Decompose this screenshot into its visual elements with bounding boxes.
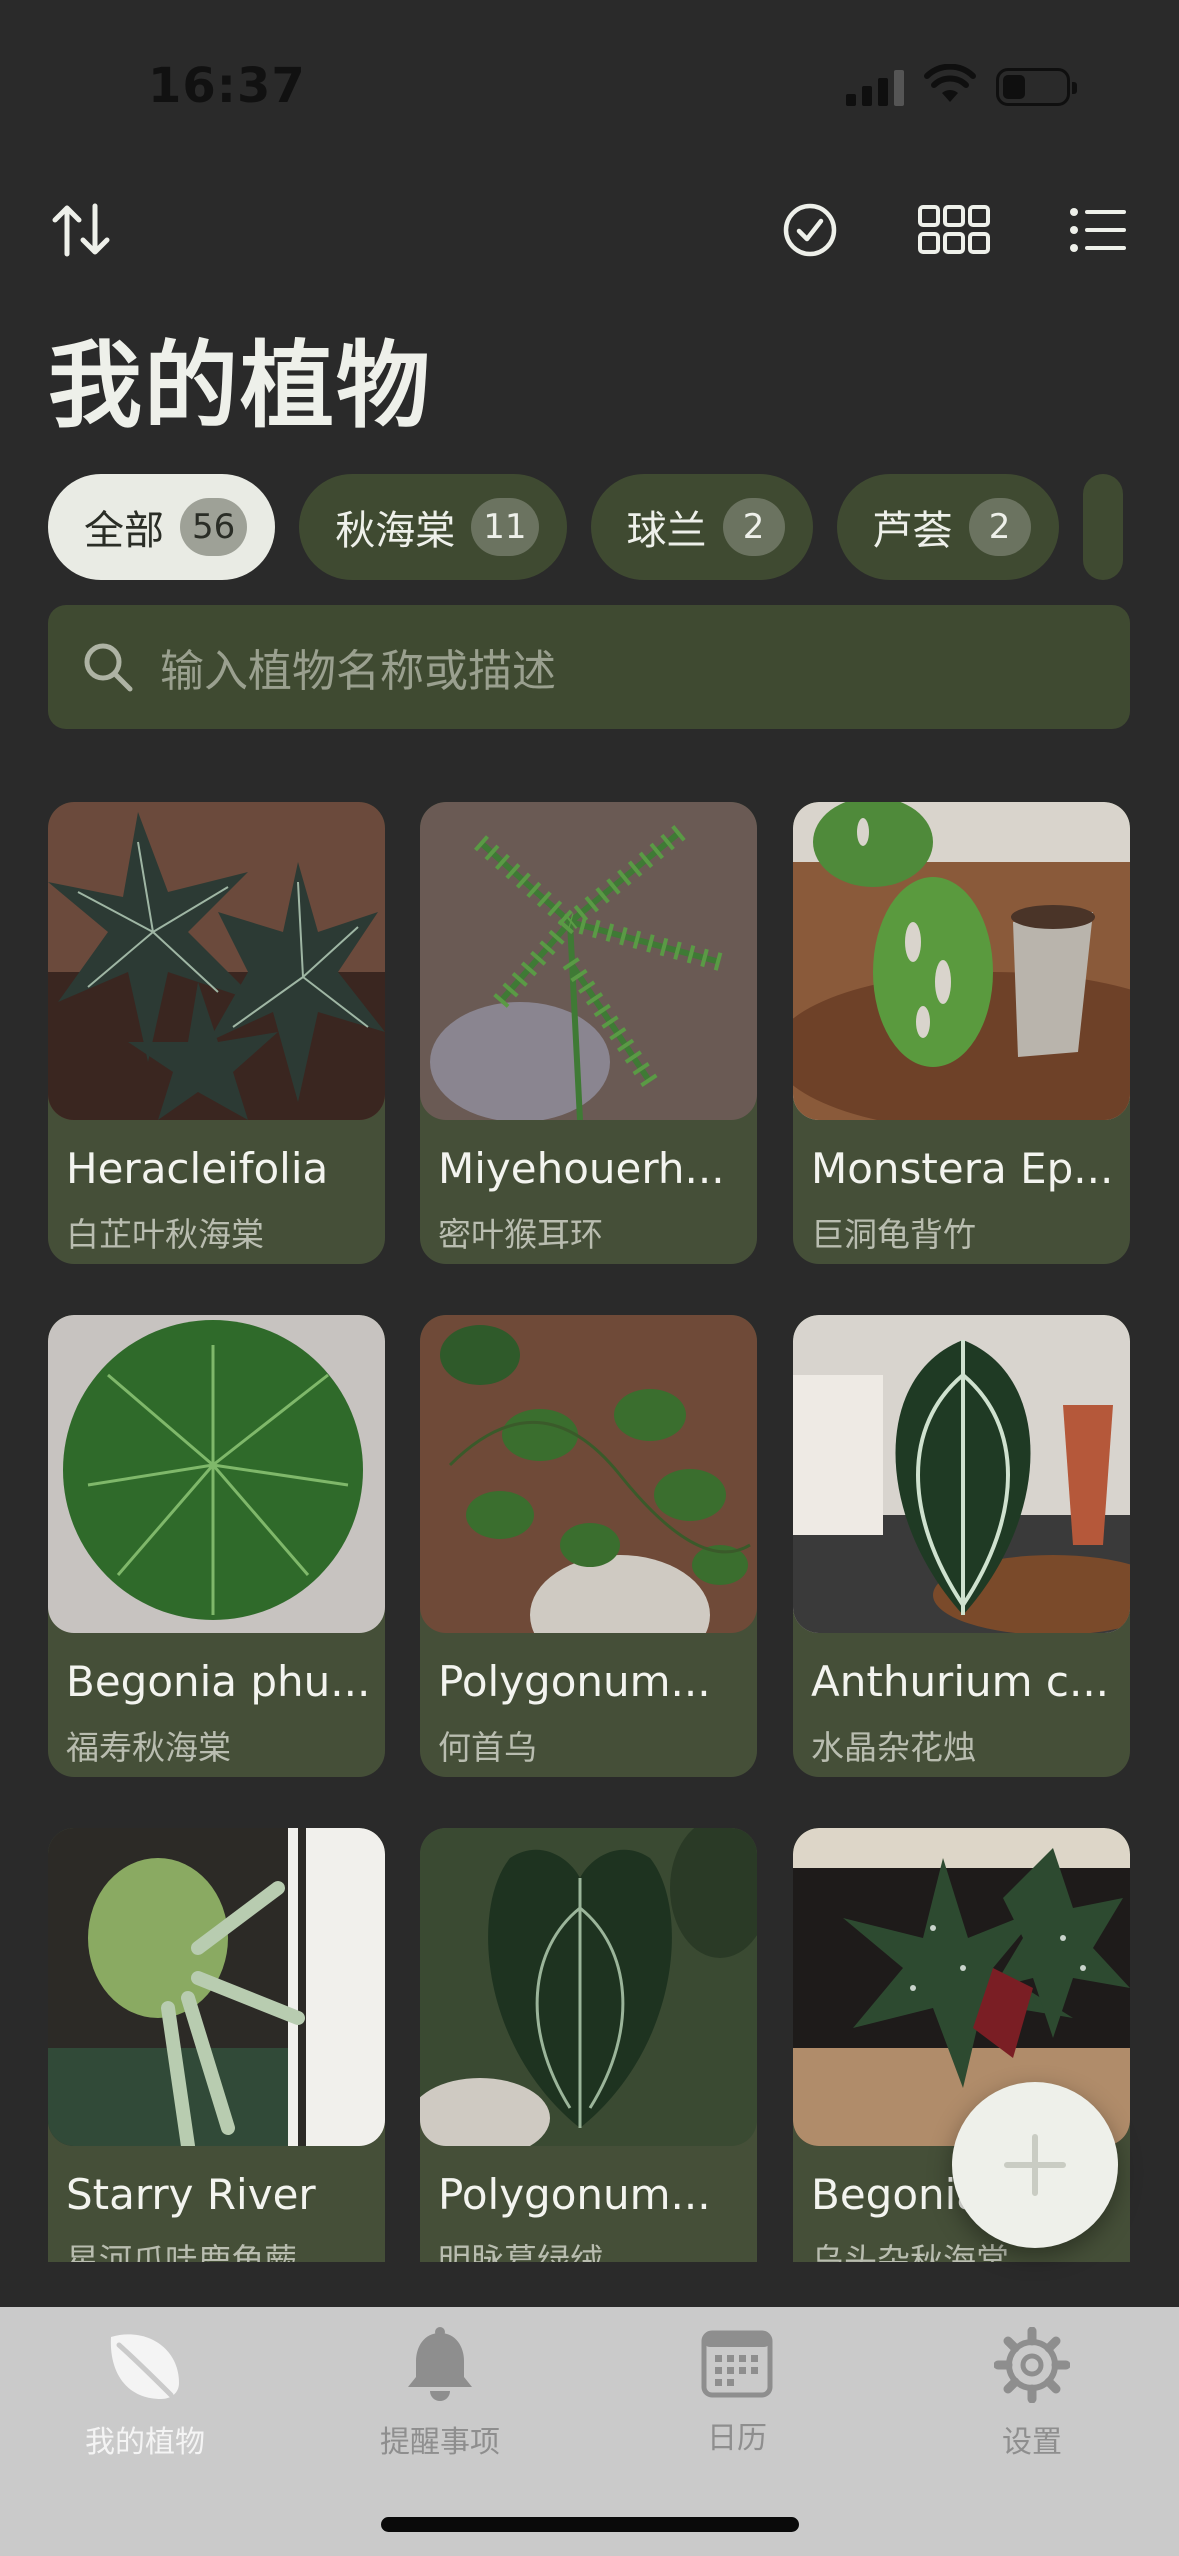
plant-card[interactable]: Polygonum... 明脉葛绿绒 bbox=[420, 1828, 757, 2262]
search-placeholder: 输入植物名称或描述 bbox=[160, 646, 556, 697]
plant-card[interactable]: Starry River 星河爪哇鹿角蕨 bbox=[48, 1828, 385, 2262]
list-view-icon bbox=[1070, 208, 1126, 252]
filter-chip-more[interactable] bbox=[1082, 474, 1123, 580]
home-indicator[interactable] bbox=[381, 2517, 799, 2532]
filter-chip-begonia[interactable]: 秋海棠 11 bbox=[299, 474, 567, 580]
plant-name: Monstera Ep... bbox=[811, 1144, 1114, 1193]
filter-chip-aloe[interactable]: 芦荟 2 bbox=[836, 474, 1059, 580]
tab-calendar[interactable]: 日历 bbox=[627, 2327, 847, 2457]
filter-chip-label: 秋海棠 bbox=[335, 508, 456, 554]
plant-name: Begonia phu... bbox=[66, 1657, 371, 1706]
plant-photo bbox=[793, 1315, 1130, 1633]
page-title: 我的植物 bbox=[48, 332, 433, 441]
grid-view-icon bbox=[918, 205, 990, 254]
plus-icon bbox=[1004, 2134, 1066, 2196]
bell-icon bbox=[408, 2327, 472, 2401]
tab-reminders[interactable]: 提醒事项 bbox=[330, 2327, 550, 2461]
filter-chip-count: 2 bbox=[722, 498, 785, 556]
plant-subname: 水晶杂花烛 bbox=[811, 1728, 976, 1767]
plant-card[interactable]: Monstera Ep... 巨洞龟背竹 bbox=[793, 802, 1130, 1264]
status-bar: 16:37 bbox=[0, 0, 1179, 170]
filter-chip-count: 11 bbox=[471, 498, 539, 556]
tab-label: 日历 bbox=[707, 2421, 767, 2456]
plant-subname: 密叶猴耳环 bbox=[438, 1215, 603, 1254]
plant-subname: 巨洞龟背竹 bbox=[811, 1215, 976, 1254]
plant-photo bbox=[420, 802, 757, 1120]
search-input[interactable]: 输入植物名称或描述 bbox=[48, 605, 1130, 729]
plant-subname: 乌头杂秋海棠 bbox=[811, 2241, 1009, 2262]
filter-chip-label: 全部 bbox=[84, 508, 164, 554]
plant-photo bbox=[420, 1828, 757, 2146]
calendar-icon bbox=[701, 2330, 773, 2398]
filter-chip-label: 球兰 bbox=[626, 508, 707, 554]
plant-card[interactable]: Miyehouerh... 密叶猴耳环 bbox=[420, 802, 757, 1264]
plant-photo bbox=[793, 802, 1130, 1120]
tab-label: 我的植物 bbox=[85, 2425, 205, 2460]
filter-chips: 全部 56 秋海棠 11 球兰 2 芦荟 2 bbox=[48, 474, 1123, 580]
add-plant-button[interactable] bbox=[952, 2082, 1118, 2248]
plant-name: Polygonum... bbox=[438, 2170, 711, 2219]
plant-subname: 何首乌 bbox=[438, 1728, 537, 1767]
filter-chip-all[interactable]: 全部 56 bbox=[48, 474, 276, 580]
filter-chip-count: 2 bbox=[968, 498, 1031, 556]
battery-icon bbox=[996, 68, 1077, 106]
plant-subname: 明脉葛绿绒 bbox=[438, 2241, 603, 2262]
grid-view-button[interactable] bbox=[914, 190, 994, 270]
plant-photo bbox=[48, 1315, 385, 1633]
tab-label: 提醒事项 bbox=[380, 2425, 500, 2460]
tab-settings[interactable]: 设置 bbox=[922, 2327, 1142, 2461]
plant-name: Polygonum... bbox=[438, 1657, 711, 1706]
plant-photo bbox=[48, 802, 385, 1120]
checkmark-circle-icon bbox=[783, 203, 837, 257]
plant-card[interactable]: Begonia phu... 福寿秋海棠 bbox=[48, 1315, 385, 1777]
plant-subname: 星河爪哇鹿角蕨 bbox=[66, 2241, 297, 2262]
sort-button[interactable] bbox=[42, 190, 122, 270]
plant-name: Starry River bbox=[66, 2170, 316, 2219]
plant-photo bbox=[48, 1828, 385, 2146]
sort-arrows-icon bbox=[52, 203, 110, 257]
select-button[interactable] bbox=[770, 190, 850, 270]
filter-chip-hoya[interactable]: 球兰 2 bbox=[590, 474, 813, 580]
leaf-icon bbox=[110, 2334, 179, 2399]
plant-name: Heracleifolia bbox=[66, 1144, 329, 1193]
plant-subname: 福寿秋海棠 bbox=[66, 1728, 231, 1767]
plant-photo bbox=[420, 1315, 757, 1633]
plant-card[interactable]: Heracleifolia 白芷叶秋海棠 bbox=[48, 802, 385, 1264]
filter-chip-label: 芦荟 bbox=[872, 508, 953, 554]
wifi-icon bbox=[924, 64, 976, 102]
search-icon bbox=[84, 643, 133, 692]
cellular-signal-icon bbox=[846, 68, 904, 106]
plant-name: Miyehouerh... bbox=[438, 1144, 725, 1193]
plant-name: Anthurium c... bbox=[811, 1657, 1110, 1706]
plant-grid: Heracleifolia 白芷叶秋海棠 Miyehouerh... 密叶猴耳环… bbox=[48, 802, 1130, 2262]
list-view-button[interactable] bbox=[1058, 190, 1138, 270]
tab-label: 设置 bbox=[1002, 2425, 1062, 2460]
plant-card[interactable]: Anthurium c... 水晶杂花烛 bbox=[793, 1315, 1130, 1777]
plant-card[interactable]: Polygonum... 何首乌 bbox=[420, 1315, 757, 1777]
filter-chip-count: 56 bbox=[180, 498, 248, 556]
tab-my-plants[interactable]: 我的植物 bbox=[35, 2327, 255, 2461]
plant-subname: 白芷叶秋海棠 bbox=[66, 1215, 264, 1254]
gear-icon bbox=[994, 2327, 1070, 2403]
status-time: 16:37 bbox=[148, 58, 306, 114]
